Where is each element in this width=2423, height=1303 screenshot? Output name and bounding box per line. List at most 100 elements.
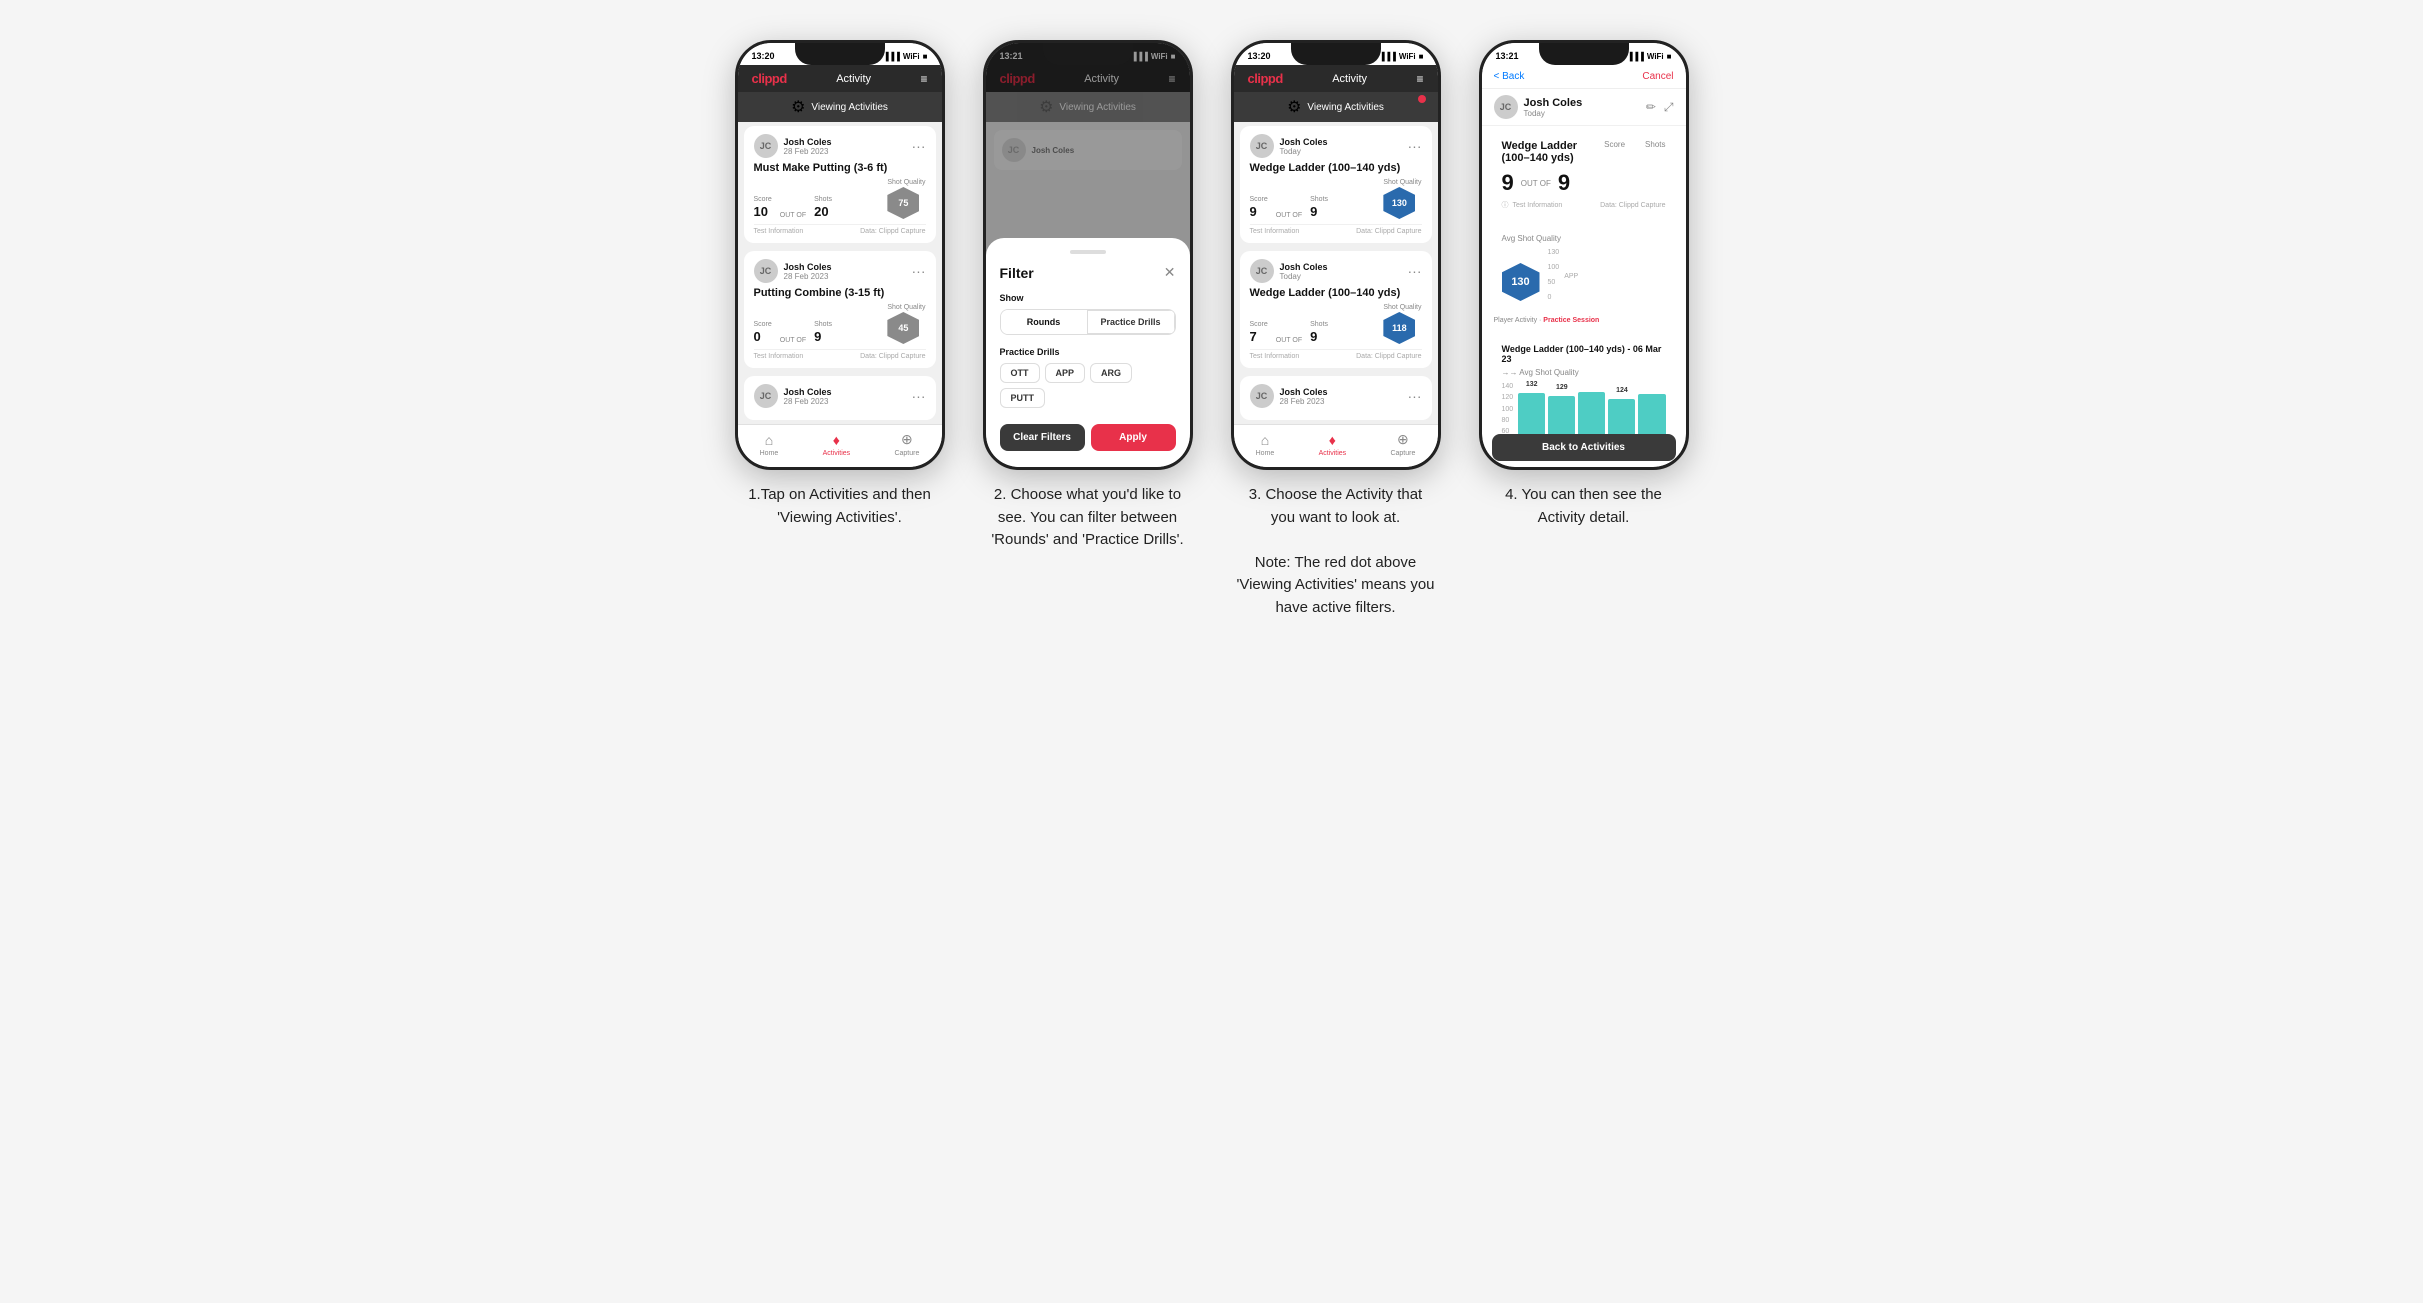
- wifi-icon-4: WiFi: [1647, 52, 1664, 61]
- phone-4-notch: [1539, 43, 1629, 65]
- status-icons-1: ▐▐▐ WiFi ■: [883, 52, 928, 61]
- stats-row-1-2: Score 0 OUT OF Shots 9 Shot Quality 45: [754, 304, 926, 344]
- chip-putt[interactable]: PUTT: [1000, 388, 1046, 408]
- filter-actions: Clear Filters Apply: [1000, 424, 1176, 451]
- viewing-activities-label-3: Viewing Activities: [1307, 102, 1384, 113]
- user-date-3-1: Today: [1280, 147, 1328, 156]
- nav-home-1[interactable]: ⌂ Home: [760, 432, 779, 457]
- home-label-3: Home: [1256, 450, 1275, 457]
- nav-capture-1[interactable]: ⊕ Capture: [894, 431, 919, 457]
- phones-row: 13:20 ▐▐▐ WiFi ■ clippd Activity ≡ ⚙ V: [730, 40, 1694, 619]
- card-user-3-3: JC Josh Coles 28 Feb 2023: [1250, 384, 1328, 408]
- activity-card-3-1[interactable]: JC Josh Coles Today ··· Wedge Ladder (10…: [1240, 126, 1432, 243]
- card-header-3-2: JC Josh Coles Today ···: [1250, 259, 1422, 283]
- detail-user-date-4: Today: [1524, 109, 1583, 118]
- more-dots-3-3[interactable]: ···: [1408, 389, 1422, 403]
- more-dots-3-1[interactable]: ···: [1408, 139, 1422, 153]
- modal-close-button[interactable]: ✕: [1164, 264, 1176, 281]
- sq-label-1-1: Shot Quality: [887, 179, 925, 186]
- wifi-icon-3: WiFi: [1399, 52, 1416, 61]
- battery-icon-4: ■: [1667, 52, 1672, 61]
- detail-score-value-4: 9: [1502, 170, 1514, 196]
- chip-ott[interactable]: OTT: [1000, 363, 1040, 383]
- cancel-button-4[interactable]: Cancel: [1642, 71, 1673, 82]
- user-date-1-1: 28 Feb 2023: [784, 147, 832, 156]
- activity-card-1-2[interactable]: JC Josh Coles 28 Feb 2023 ··· Putting Co…: [744, 251, 936, 368]
- clear-filters-button[interactable]: Clear Filters: [1000, 424, 1085, 451]
- session-bar-3: [1578, 392, 1605, 434]
- red-dot-3: [1418, 95, 1426, 103]
- detail-drill-name-4: Wedge Ladder (100–140 yds): [1502, 140, 1605, 164]
- scroll-content-1: JC Josh Coles 28 Feb 2023 ··· Must Make …: [738, 122, 942, 424]
- user-date-1-3: 28 Feb 2023: [784, 397, 832, 406]
- detail-shots-value-4: 9: [1558, 170, 1570, 196]
- more-dots-3-2[interactable]: ···: [1408, 264, 1422, 278]
- activities-label-1: Activities: [823, 450, 851, 457]
- detail-out-of-4: OUT OF: [1521, 179, 1551, 188]
- more-dots-1-2[interactable]: ···: [912, 264, 926, 278]
- edit-icon-4[interactable]: ✏: [1646, 100, 1656, 115]
- activity-card-3-2[interactable]: JC Josh Coles Today ··· Wedge Ladder (10…: [1240, 251, 1432, 368]
- more-dots-1-3[interactable]: ···: [912, 389, 926, 403]
- score-value-3-2: 7: [1250, 329, 1268, 344]
- avatar-4: JC: [1494, 95, 1518, 119]
- stat-shots-1-2: Shots 9: [814, 321, 832, 344]
- shots-label-4: Shots: [1645, 140, 1665, 149]
- expand-icon-4[interactable]: ⤢: [1664, 100, 1674, 115]
- card-title-3-2: Wedge Ladder (100–140 yds): [1250, 287, 1422, 299]
- back-to-activities-button[interactable]: Back to Activities: [1492, 434, 1676, 461]
- sq-label-3-1: Shot Quality: [1383, 179, 1421, 186]
- more-dots-1-1[interactable]: ···: [912, 139, 926, 153]
- viewing-activities-bar-3[interactable]: ⚙ Viewing Activities: [1234, 92, 1438, 122]
- card-title-1-1: Must Make Putting (3-6 ft): [754, 162, 926, 174]
- apply-button[interactable]: Apply: [1091, 424, 1176, 451]
- avatar-1-3: JC: [754, 384, 778, 408]
- out-of-1-1: OUT OF: [780, 212, 806, 219]
- viewing-activities-bar-1[interactable]: ⚙ Viewing Activities: [738, 92, 942, 122]
- score-label-3-1: Score: [1250, 196, 1268, 203]
- session-card-4: Wedge Ladder (100–140 yds) - 06 Mar 23 →…: [1492, 336, 1676, 434]
- nav-capture-3[interactable]: ⊕ Capture: [1390, 431, 1415, 457]
- session-bar-5: [1638, 394, 1665, 434]
- card-header-1-3: JC Josh Coles 28 Feb 2023 ···: [754, 384, 926, 408]
- avatar-3-2: JC: [1250, 259, 1274, 283]
- user-name-3-1: Josh Coles: [1280, 137, 1328, 147]
- menu-icon-3[interactable]: ≡: [1416, 72, 1423, 86]
- activity-card-1-3[interactable]: JC Josh Coles 28 Feb 2023 ···: [744, 376, 936, 420]
- detail-score-header-4: Wedge Ladder (100–140 yds) Score Shots: [1502, 140, 1666, 164]
- chip-arg[interactable]: ARG: [1090, 363, 1132, 383]
- avatar-3-1: JC: [1250, 134, 1274, 158]
- capture-label-1: Capture: [894, 450, 919, 457]
- chart-y-130: 130: [1548, 249, 1560, 256]
- phone-4-frame: 13:21 ▐▐▐ WiFi ■ < Back Cancel JC: [1479, 40, 1689, 470]
- chip-app[interactable]: APP: [1045, 363, 1086, 383]
- score-label-1-2: Score: [754, 321, 772, 328]
- nav-activities-3[interactable]: ♦ Activities: [1319, 432, 1347, 457]
- battery-icon-3: ■: [1419, 52, 1424, 61]
- nav-home-3[interactable]: ⌂ Home: [1256, 432, 1275, 457]
- card-title-3-1: Wedge Ladder (100–140 yds): [1250, 162, 1422, 174]
- detail-nav-4: < Back Cancel: [1482, 65, 1686, 89]
- nav-activities-1[interactable]: ♦ Activities: [823, 432, 851, 457]
- activity-card-3-3[interactable]: JC Josh Coles 28 Feb 2023 ···: [1240, 376, 1432, 420]
- detail-info-row-4: ⓘ Test Information Data: Clippd Capture: [1502, 200, 1666, 210]
- back-button-4[interactable]: < Back: [1494, 71, 1525, 82]
- sq-label-3-2: Shot Quality: [1383, 304, 1421, 311]
- session-bar-1: 132: [1518, 393, 1545, 434]
- phone-4-screen: 13:21 ▐▐▐ WiFi ■ < Back Cancel JC: [1482, 43, 1686, 467]
- activity-card-1-1[interactable]: JC Josh Coles 28 Feb 2023 ··· Must Make …: [744, 126, 936, 243]
- out-of-3-1: OUT OF: [1276, 212, 1302, 219]
- shots-label-3-1: Shots: [1310, 196, 1328, 203]
- avg-sq-label-4: Avg Shot Quality: [1502, 234, 1666, 243]
- status-time-3: 13:20: [1248, 51, 1271, 61]
- nav-title-1: Activity: [836, 73, 871, 85]
- detail-content-4: Wedge Ladder (100–140 yds) Score Shots 9…: [1482, 126, 1686, 434]
- practice-drills-toggle[interactable]: Practice Drills: [1087, 310, 1175, 334]
- capture-label-3: Capture: [1390, 450, 1415, 457]
- status-icons-3: ▐▐▐ WiFi ■: [1379, 52, 1424, 61]
- card-info-1-2: Test Information: [754, 353, 804, 360]
- menu-icon-1[interactable]: ≡: [920, 72, 927, 86]
- rounds-toggle[interactable]: Rounds: [1001, 310, 1087, 334]
- card-source-3-2: Data: Clippd Capture: [1356, 353, 1421, 360]
- score-label-1-1: Score: [754, 196, 772, 203]
